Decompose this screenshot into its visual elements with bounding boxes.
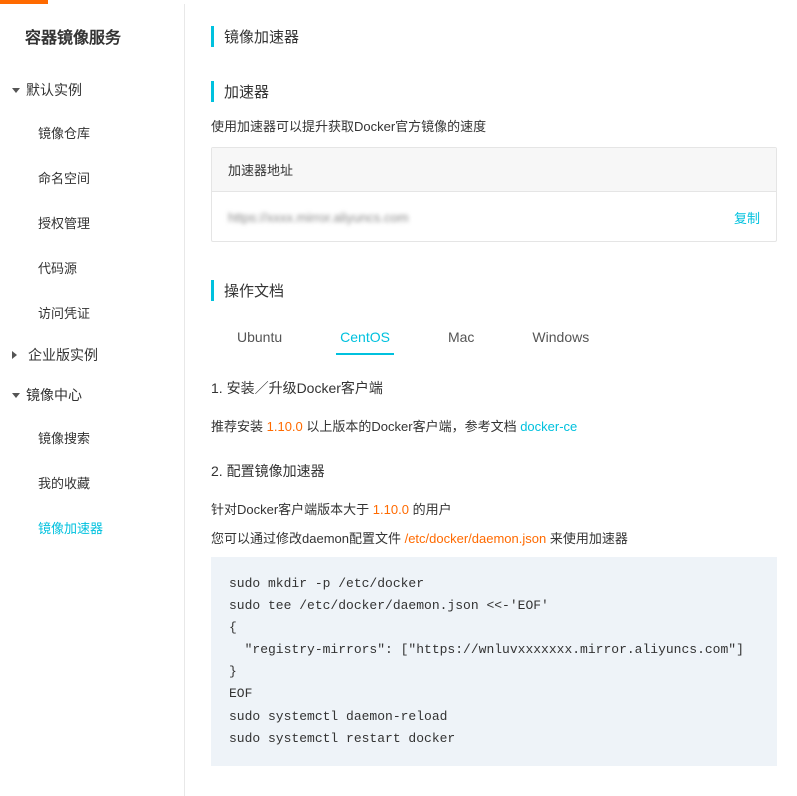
- accel-address-box: 加速器地址 https://xxxx.mirror.aliyuncs.com 复…: [211, 147, 777, 242]
- sidebar-item-mirror-accelerator[interactable]: 镜像加速器: [0, 505, 184, 550]
- sidebar-item-access-credential[interactable]: 访问凭证: [0, 290, 184, 335]
- text: 以上版本的Docker客户端，参考文档: [303, 419, 520, 434]
- doc-step2-line1: 针对Docker客户端版本大于 1.10.0 的用户: [211, 499, 777, 518]
- text: 您可以通过修改daemon配置文件: [211, 531, 405, 546]
- code-block[interactable]: sudo mkdir -p /etc/docker sudo tee /etc/…: [211, 557, 777, 766]
- accel-url: https://xxxx.mirror.aliyuncs.com: [228, 210, 409, 225]
- sidebar-group-header-image-center[interactable]: 镜像中心: [0, 375, 184, 415]
- doc-step1-text: 推荐安装 1.10.0 以上版本的Docker客户端，参考文档 docker-c…: [211, 416, 777, 435]
- page-container: 容器镜像服务 默认实例 镜像仓库 命名空间 授权管理 代码源 访问凭证 企业版实…: [0, 4, 797, 796]
- docs-section-title-wrap: 操作文档: [211, 270, 777, 315]
- sidebar-item-my-favorites[interactable]: 我的收藏: [0, 460, 184, 505]
- version-text: 1.10.0: [373, 502, 409, 517]
- docs-section-title: 操作文档: [211, 280, 777, 301]
- accel-box-header: 加速器地址: [212, 148, 776, 192]
- copy-button[interactable]: 复制: [734, 208, 760, 227]
- text: 推荐安装: [211, 419, 267, 434]
- page-title: 镜像加速器: [211, 26, 777, 47]
- tab-ubuntu[interactable]: Ubuntu: [233, 321, 286, 355]
- sidebar-group-header-enterprise[interactable]: 企业版实例: [0, 335, 184, 375]
- accel-box-body: https://xxxx.mirror.aliyuncs.com 复制: [212, 192, 776, 241]
- version-text: 1.10.0: [267, 419, 303, 434]
- text: 的用户: [409, 502, 452, 517]
- sidebar-group-label: 企业版实例: [28, 345, 98, 365]
- sidebar-item-auth-manage[interactable]: 授权管理: [0, 200, 184, 245]
- sidebar-group-label: 镜像中心: [26, 385, 82, 405]
- sidebar-group-default-instance: 默认实例 镜像仓库 命名空间 授权管理 代码源 访问凭证: [0, 70, 184, 335]
- sidebar-group-enterprise: 企业版实例: [0, 335, 184, 375]
- sidebar-group-header-default[interactable]: 默认实例: [0, 70, 184, 110]
- daemon-json-path: /etc/docker/daemon.json: [405, 531, 547, 546]
- accel-desc: 使用加速器可以提升获取Docker官方镜像的速度: [211, 116, 777, 135]
- page-title-wrap: 镜像加速器: [211, 4, 777, 71]
- doc-step2-line2: 您可以通过修改daemon配置文件 /etc/docker/daemon.jso…: [211, 528, 777, 547]
- sidebar-item-code-source[interactable]: 代码源: [0, 245, 184, 290]
- tab-windows[interactable]: Windows: [528, 321, 593, 355]
- caret-right-icon: [12, 351, 21, 359]
- sidebar-item-image-search[interactable]: 镜像搜索: [0, 415, 184, 460]
- sidebar-group-label: 默认实例: [26, 80, 82, 100]
- tab-centos[interactable]: CentOS: [336, 321, 394, 355]
- sidebar-item-image-repo[interactable]: 镜像仓库: [0, 110, 184, 155]
- sidebar-item-namespace[interactable]: 命名空间: [0, 155, 184, 200]
- sidebar-title: 容器镜像服务: [0, 24, 184, 70]
- caret-down-icon: [12, 393, 20, 398]
- caret-down-icon: [12, 88, 20, 93]
- sidebar-group-image-center: 镜像中心 镜像搜索 我的收藏 镜像加速器: [0, 375, 184, 550]
- accel-section-title: 加速器: [211, 81, 777, 102]
- sidebar: 容器镜像服务 默认实例 镜像仓库 命名空间 授权管理 代码源 访问凭证 企业版实…: [0, 4, 185, 796]
- text: 来使用加速器: [546, 531, 628, 546]
- docker-ce-link[interactable]: docker-ce: [520, 419, 577, 434]
- main-content: 镜像加速器 加速器 使用加速器可以提升获取Docker官方镜像的速度 加速器地址…: [185, 4, 797, 796]
- doc-step2-title: 2. 配置镜像加速器: [211, 461, 777, 481]
- accel-section-title-wrap: 加速器: [211, 71, 777, 116]
- text: 针对Docker客户端版本大于: [211, 502, 373, 517]
- tab-mac[interactable]: Mac: [444, 321, 478, 355]
- doc-step1-title: 1. 安装／升级Docker客户端: [211, 378, 777, 398]
- docs-tabs: Ubuntu CentOS Mac Windows: [211, 315, 777, 356]
